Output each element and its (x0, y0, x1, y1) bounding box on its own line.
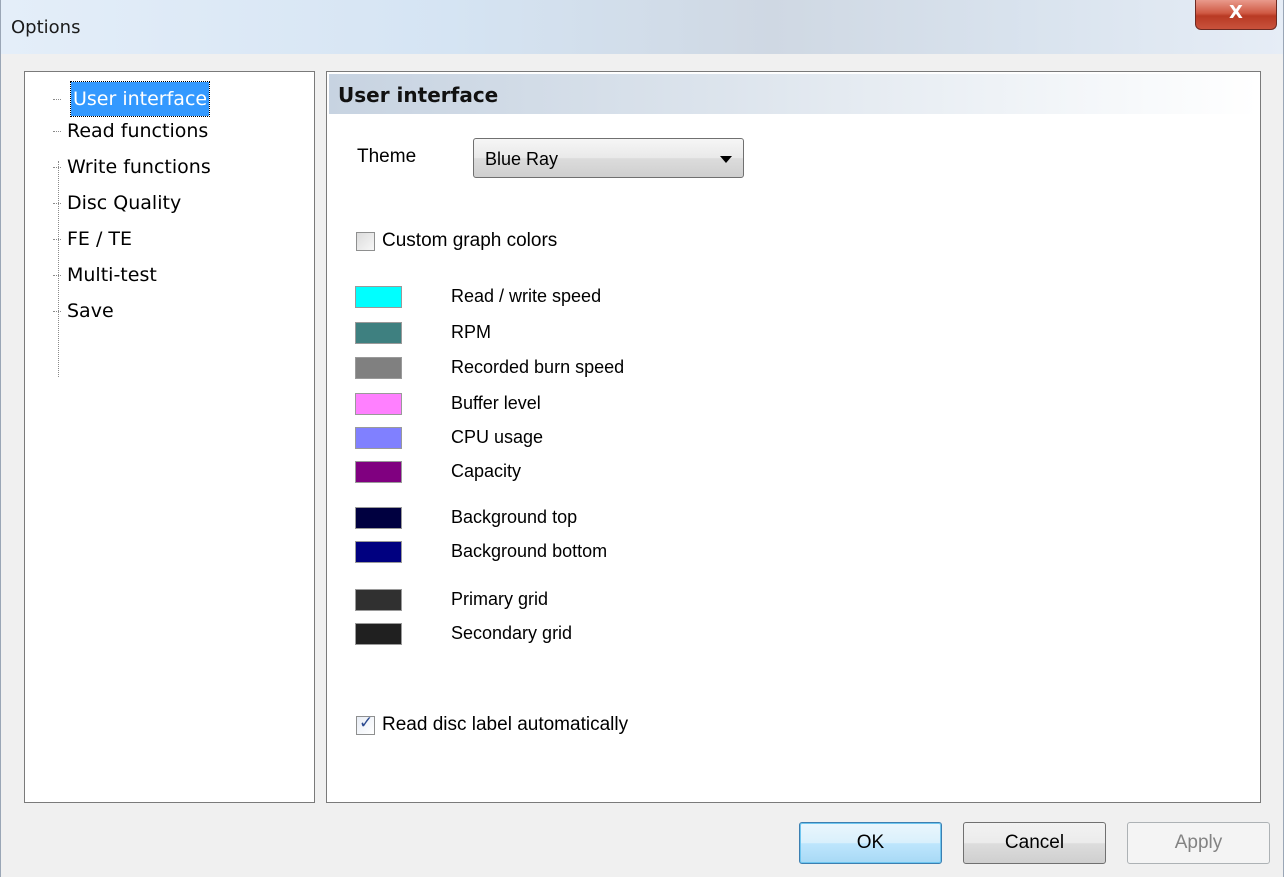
title-bar[interactable]: Options X (1, 0, 1283, 54)
color-label: CPU usage (451, 427, 544, 447)
tree-item-label: FE / TE (67, 228, 133, 250)
window-title: Options (11, 17, 81, 38)
tree-item-multi-test[interactable]: Multi-test (53, 258, 157, 292)
tree-item-label: Read functions (67, 120, 209, 142)
tree-connector (53, 167, 61, 168)
checkbox-box[interactable]: ✓ (356, 713, 375, 735)
tree-item-label: Write functions (67, 156, 211, 178)
color-label: Background bottom (451, 541, 608, 561)
color-swatch[interactable] (355, 623, 402, 645)
tree-item-save[interactable]: Save (53, 294, 114, 328)
section-title: User interface (338, 83, 499, 107)
ok-button[interactable]: OK (799, 822, 942, 864)
section-header: User interface (329, 74, 1258, 114)
tree-item-label: Multi-test (67, 264, 157, 286)
tree-item-fe-te[interactable]: FE / TE (53, 222, 132, 256)
color-swatch[interactable] (355, 393, 402, 415)
checkbox-label: Read disc label automatically (382, 714, 629, 735)
color-label: Secondary grid (451, 623, 573, 643)
theme-dropdown[interactable]: Blue Ray (473, 138, 744, 178)
checkbox-box[interactable] (356, 232, 375, 251)
color-swatch[interactable] (355, 461, 402, 483)
color-label: Buffer level (451, 393, 541, 413)
color-label: Capacity (451, 461, 522, 481)
checkmark-icon: ✓ (359, 713, 374, 733)
tree-connector (53, 275, 61, 276)
tree-item-label: Disc Quality (67, 192, 182, 214)
theme-label: Theme (357, 146, 417, 167)
category-tree: User interface Read functions Write func… (24, 71, 315, 803)
color-swatch[interactable] (355, 357, 402, 379)
color-label: Background top (451, 507, 578, 527)
color-label: RPM (451, 322, 491, 342)
tree-item-read-functions[interactable]: Read functions (53, 114, 208, 148)
color-label: Recorded burn speed (451, 357, 625, 377)
color-swatch[interactable] (355, 589, 402, 611)
tree-item-write-functions[interactable]: Write functions (53, 150, 211, 184)
tree-item-disc-quality[interactable]: Disc Quality (53, 186, 181, 220)
settings-panel: User interface Theme Blue Ray Custom gra… (326, 71, 1261, 803)
checkbox-label: Custom graph colors (382, 230, 558, 251)
chevron-down-icon (720, 156, 732, 163)
tree-connector (53, 203, 61, 204)
color-label: Primary grid (451, 589, 549, 609)
tree-connector (53, 311, 61, 312)
theme-selected-value: Blue Ray (485, 149, 559, 169)
apply-button: Apply (1127, 822, 1270, 864)
tree-item-label: Save (67, 300, 114, 322)
close-button[interactable]: X (1195, 0, 1277, 30)
color-swatch[interactable] (355, 541, 402, 563)
cancel-button[interactable]: Cancel (963, 822, 1106, 864)
tree-item-user-interface[interactable]: User interface (53, 81, 211, 117)
options-dialog: Options X User interface Read functions … (0, 0, 1284, 877)
color-swatch[interactable] (355, 322, 402, 344)
color-swatch[interactable] (355, 427, 402, 449)
tree-connector (53, 131, 61, 132)
color-swatch[interactable] (355, 286, 402, 308)
tree-item-label: User interface (73, 88, 208, 110)
tree-connector (53, 99, 61, 100)
color-label: Read / write speed (451, 286, 602, 306)
color-swatch[interactable] (355, 507, 402, 529)
tree-connector (53, 239, 61, 240)
close-icon: X (1229, 2, 1243, 23)
